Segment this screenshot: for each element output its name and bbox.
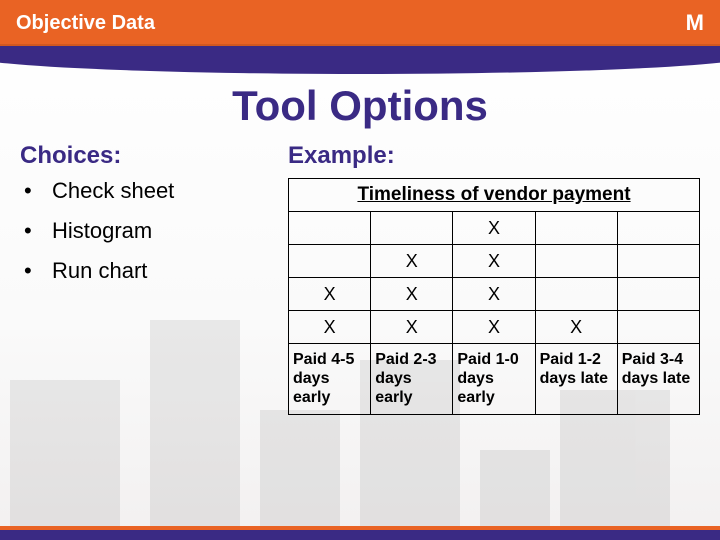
table-row: X X X (289, 278, 700, 311)
tally-cell (617, 311, 699, 344)
tally-cell: X (453, 311, 535, 344)
table-title: Timeliness of vendor payment (289, 179, 700, 212)
tally-cell: X (289, 311, 371, 344)
column-label: Paid 1-0 days early (453, 344, 535, 415)
choice-label: Check sheet (52, 178, 174, 204)
table-row: Paid 4-5 days early Paid 2-3 days early … (289, 344, 700, 415)
table-row: X (289, 212, 700, 245)
bullet-icon: • (24, 218, 38, 244)
column-label: Paid 2-3 days early (371, 344, 453, 415)
choice-item: • Histogram (24, 218, 270, 244)
example-column: Example: Timeliness of vendor payment X … (288, 142, 700, 415)
header-title: Objective Data (16, 12, 155, 35)
choice-label: Run chart (52, 258, 147, 284)
tally-cell: X (453, 212, 535, 245)
bullet-icon: • (24, 258, 38, 284)
tally-cell (535, 245, 617, 278)
slide-content: Tool Options Choices: • Check sheet • Hi… (0, 46, 720, 415)
tally-cell: X (453, 245, 535, 278)
tally-cell: X (453, 278, 535, 311)
tally-cell (617, 212, 699, 245)
tally-cell (289, 212, 371, 245)
table-row: Timeliness of vendor payment (289, 179, 700, 212)
choice-label: Histogram (52, 218, 152, 244)
slide-title: Tool Options (20, 82, 700, 130)
column-label: Paid 1-2 days late (535, 344, 617, 415)
tally-cell: X (535, 311, 617, 344)
tally-cell: X (371, 245, 453, 278)
footer-bar (0, 530, 720, 540)
tally-cell (535, 212, 617, 245)
header-corner-label: M (686, 10, 704, 36)
choices-heading: Choices: (20, 142, 270, 170)
tally-cell (371, 212, 453, 245)
choice-item: • Run chart (24, 258, 270, 284)
tally-cell (289, 245, 371, 278)
choices-column: Choices: • Check sheet • Histogram • Run… (20, 142, 270, 415)
tally-cell: X (371, 278, 453, 311)
table-row: X X (289, 245, 700, 278)
tally-cell: X (289, 278, 371, 311)
column-label: Paid 3-4 days late (617, 344, 699, 415)
bullet-icon: • (24, 178, 38, 204)
tally-cell (617, 278, 699, 311)
table-row: X X X X (289, 311, 700, 344)
tally-cell (535, 278, 617, 311)
check-sheet-table: Timeliness of vendor payment X X X (288, 178, 700, 415)
tally-cell: X (371, 311, 453, 344)
header-bar: Objective Data M (0, 0, 720, 46)
column-label: Paid 4-5 days early (289, 344, 371, 415)
choice-item: • Check sheet (24, 178, 270, 204)
example-heading: Example: (288, 142, 700, 170)
tally-cell (617, 245, 699, 278)
